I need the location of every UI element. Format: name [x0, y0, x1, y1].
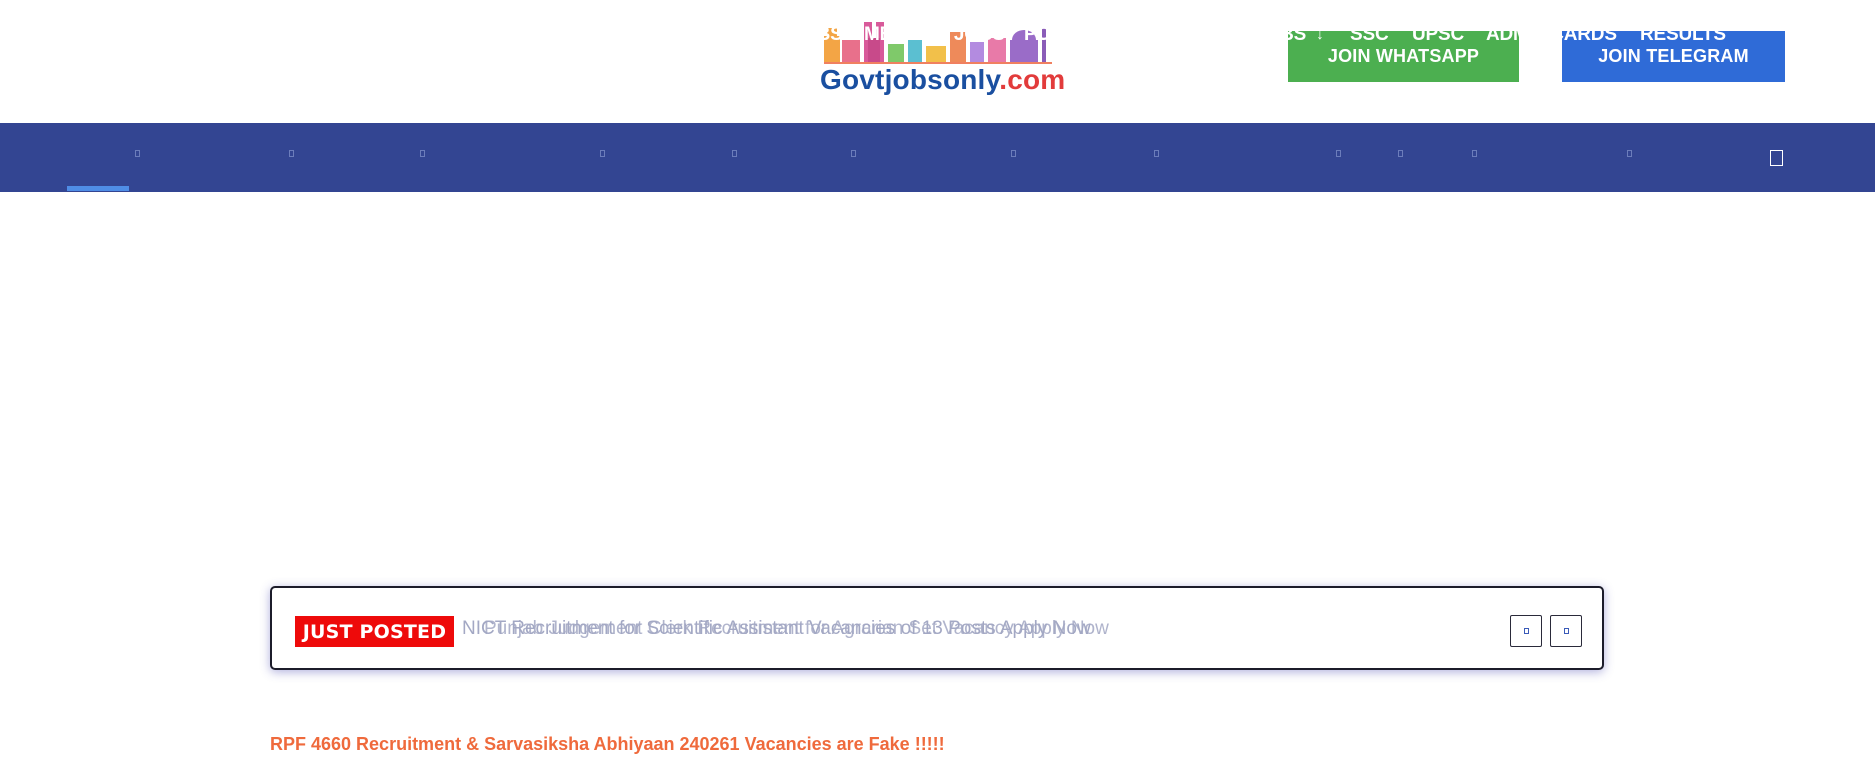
nav-separator-icon [851, 150, 856, 157]
nav-separator-icon [1472, 150, 1477, 157]
nav-item-results[interactable]: RESULTS [1640, 0, 1726, 69]
just-posted-ticker: JUST POSTED NICT Recruitment for Scienti… [270, 586, 1604, 670]
next-icon [1563, 628, 1569, 634]
nav-label: HOME [70, 23, 127, 45]
nav-item-defence-jobs[interactable]: DEFENCE JOBS ↓ [432, 0, 595, 69]
nav-item-admit-cards[interactable]: ADMIT CARDS [1486, 0, 1617, 69]
nav-label: ENGG JOBS [615, 23, 727, 45]
nav-separator-icon [1398, 150, 1403, 157]
nav-separator-icon [732, 150, 737, 157]
fake-vacancy-notice[interactable]: RPF 4660 Recruitment & Sarvasiksha Abhiy… [270, 734, 945, 755]
nav-separator-icon [1154, 150, 1159, 157]
nav-label: DEFENCE JOBS [432, 23, 578, 45]
nav-label: SSC [1350, 23, 1389, 45]
nav-label: LAW JOBS [745, 23, 843, 45]
dropdown-arrow-icon: ↓ [587, 26, 595, 43]
nav-label: GOVT JOBS [148, 23, 258, 45]
just-posted-badge: JUST POSTED [295, 616, 454, 647]
nav-item-law-jobs[interactable]: LAW JOBS [745, 0, 843, 69]
ticker-prev-button[interactable] [1510, 615, 1542, 647]
nav-separator-icon [600, 150, 605, 157]
nav-item-ssc[interactable]: SSC [1350, 0, 1389, 69]
nav-separator-icon [1627, 150, 1632, 157]
nav-item-engg-jobs[interactable]: ENGG JOBS [615, 0, 726, 69]
nav-label: RAILWAY JOBS [1167, 23, 1307, 45]
nav-item-upsc[interactable]: UPSC [1412, 0, 1464, 69]
nav-separator-icon [1011, 150, 1016, 157]
prev-icon [1523, 628, 1529, 634]
nav-label: RESULTS [1640, 23, 1726, 45]
nav-item-railway-jobs[interactable]: RAILWAY JOBS ↓ [1167, 0, 1324, 69]
nav-item-medical-jobs[interactable]: MEDICAL JOBS [864, 0, 1005, 69]
nav-item-bank-jobs[interactable]: BANK JOBS [303, 0, 413, 69]
nav-item-home[interactable]: HOME [70, 0, 126, 69]
nav-separator-icon [420, 150, 425, 157]
nav-item-govt-jobs[interactable]: GOVT JOBS ↓ [148, 0, 275, 69]
nav-label: POLICE JOBS [1024, 23, 1150, 45]
ticker-headline[interactable]: Punjab Judgement Clerk Recruitment for A… [484, 618, 1109, 640]
main-nav [0, 123, 1875, 192]
dropdown-arrow-icon: ↓ [267, 26, 275, 43]
nav-separator-icon [289, 150, 294, 157]
search-icon[interactable] [1770, 150, 1783, 166]
nav-label: BANK JOBS [303, 23, 414, 45]
nav-item-police-jobs[interactable]: POLICE JOBS [1024, 0, 1150, 69]
nav-label: UPSC [1412, 23, 1464, 45]
nav-label: MEDICAL JOBS [864, 23, 1005, 45]
active-tab-underline [67, 186, 129, 191]
nav-separator-icon [135, 150, 140, 157]
nav-separator-icon [1336, 150, 1341, 157]
nav-label: ADMIT CARDS [1486, 23, 1617, 45]
ticker-next-button[interactable] [1550, 615, 1582, 647]
dropdown-arrow-icon: ↓ [1316, 26, 1324, 43]
